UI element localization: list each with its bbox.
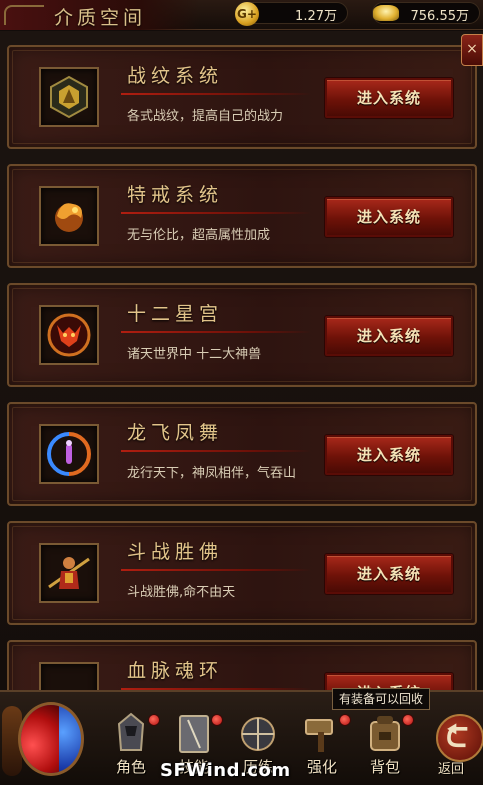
training-icon [241, 717, 275, 751]
nav-label: 角色 [115, 758, 146, 776]
ingot-value: 756.55万 [410, 9, 470, 24]
hp-mp-orb [2, 696, 98, 784]
title-plate: 介质空间 [0, 0, 200, 30]
monkey-king-icon [39, 543, 99, 603]
enter-system-button[interactable]: 进入系统 [325, 435, 453, 475]
system-name: 十二星宫 [127, 303, 224, 325]
system-card-blood-ring: 血脉魂环 进入系统 [7, 640, 477, 691]
gold-coin-icon: G+ [235, 2, 259, 26]
gold-counter[interactable]: G+ 1.27万 [235, 2, 348, 26]
title-underline [121, 450, 311, 452]
hp-orb-half [21, 705, 59, 773]
gold-ingot-icon [373, 5, 399, 21]
system-card-dragon-phoenix: 龙飞凤舞 龙行天下，神凤相伴，气吞山 进入系统 [7, 402, 477, 506]
nav-character[interactable]: 角色 [102, 710, 160, 780]
ingot-counter[interactable]: 756.55万 [372, 2, 480, 24]
title-ornament-icon [4, 5, 44, 25]
page-title: 介质空间 [54, 7, 147, 29]
system-description: 无与伦比，超高属性加成 [127, 228, 271, 243]
title-underline [121, 569, 311, 571]
system-card-special-ring: 特戒系统 无与伦比，超高属性加成 进入系统 [7, 164, 477, 268]
title-underline [121, 212, 311, 214]
close-button[interactable]: × [461, 34, 483, 66]
system-card-zodiac: 十二星宫 诸天世界中 十二大神兽 进入系统 [7, 283, 477, 387]
system-description: 各式战纹，提高自己的战力 [127, 109, 284, 124]
system-description: 诸天世界中 十二大神兽 [127, 347, 262, 362]
title-underline [121, 93, 311, 95]
system-card-monkey-king: 斗战胜佛 斗战胜佛,命不由天 进入系统 [7, 521, 477, 625]
gold-value: 1.27万 [295, 9, 337, 24]
enter-system-button[interactable]: 进入系统 [325, 554, 453, 594]
nav-label: 背包 [369, 758, 400, 776]
orb-icon [18, 702, 84, 776]
back-button[interactable]: 返回 [432, 714, 483, 780]
dragon-phoenix-icon [39, 424, 99, 484]
watermark: SFWind.com [160, 760, 291, 781]
blood-ring-icon [39, 662, 99, 691]
system-name: 战纹系统 [127, 65, 224, 87]
back-label: 返回 [438, 762, 465, 777]
notification-dot [148, 714, 160, 726]
title-underline [121, 331, 311, 333]
recycle-tooltip: 有装备可以回收 [332, 688, 431, 710]
top-bar: 介质空间 G+ 1.27万 756.55万 [0, 0, 483, 30]
notification-dot [402, 714, 414, 726]
nav-backpack[interactable]: 背包 [356, 710, 414, 780]
system-name: 特戒系统 [127, 184, 224, 206]
system-card-war-pattern: 战纹系统 各式战纹，提高自己的战力 进入系统 [7, 45, 477, 149]
nav-label: 强化 [306, 758, 337, 776]
system-name: 斗战胜佛 [127, 541, 224, 563]
zodiac-beast-icon [39, 305, 99, 365]
system-name: 血脉魂环 [127, 660, 224, 682]
enter-system-button[interactable]: 进入系统 [325, 78, 453, 118]
special-ring-icon [39, 186, 99, 246]
system-description: 龙行天下，神凤相伴，气吞山 [127, 466, 297, 481]
enter-system-button[interactable]: 进入系统 [325, 316, 453, 356]
war-pattern-icon [39, 67, 99, 127]
system-name: 龙飞凤舞 [127, 422, 224, 444]
enter-system-button[interactable]: 进入系统 [325, 197, 453, 237]
nav-enhance[interactable]: 强化 [293, 710, 351, 780]
back-arrow-icon [436, 714, 483, 762]
notification-dot [339, 714, 351, 726]
system-description: 斗战胜佛,命不由天 [127, 585, 236, 600]
notification-dot [211, 714, 223, 726]
system-list[interactable]: 战纹系统 各式战纹，提高自己的战力 进入系统 特戒系统 无与伦比，超高属性加成 … [0, 31, 483, 691]
